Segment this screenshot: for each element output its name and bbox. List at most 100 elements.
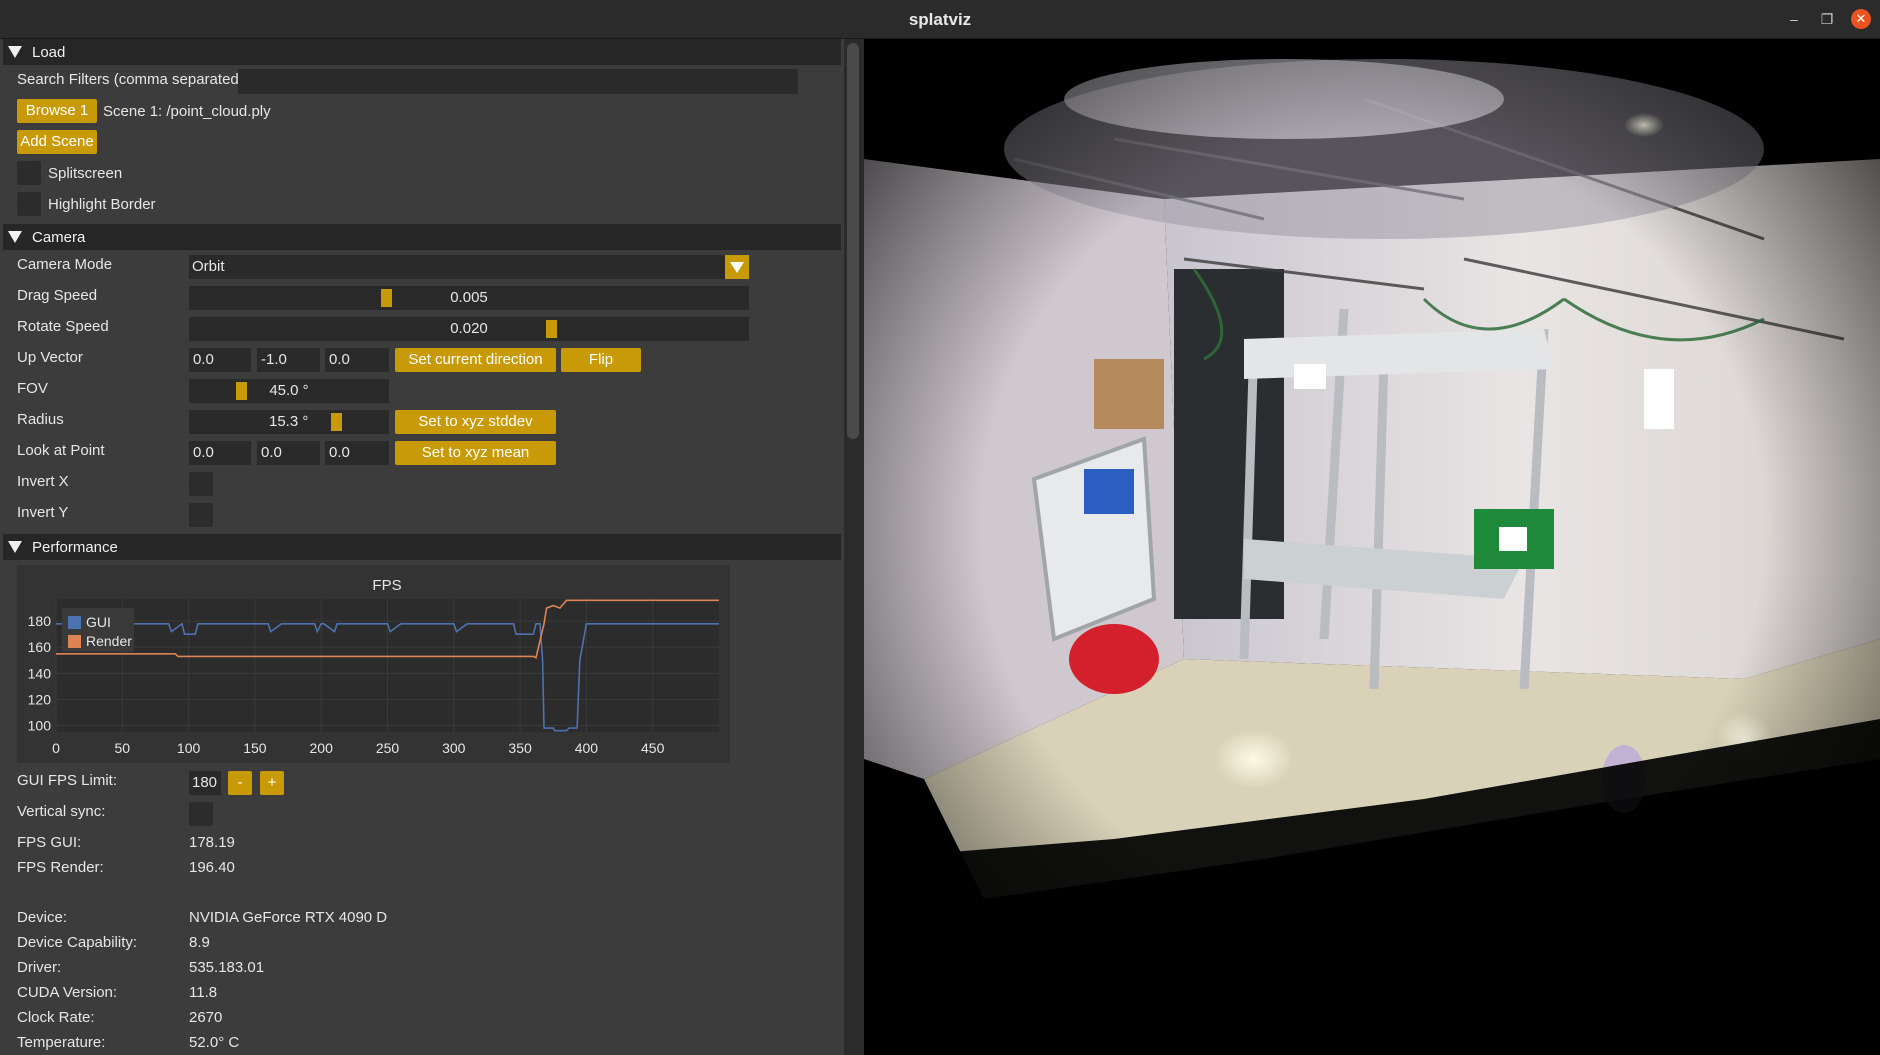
camera-mode-select[interactable]: Orbit — [189, 255, 725, 279]
drag-speed-label: Drag Speed — [17, 287, 98, 304]
look-at-z-input[interactable]: 0.0 — [325, 441, 389, 465]
fov-slider[interactable]: 45.0 ° — [189, 379, 389, 403]
fps-gui-label: FPS GUI: — [17, 834, 82, 851]
set-xyz-stddev-button[interactable]: Set to xyz stddev — [395, 410, 556, 434]
fov-label: FOV — [17, 380, 48, 397]
collapse-arrow-icon — [8, 231, 22, 243]
chart-xtick-label: 150 — [243, 740, 267, 756]
look-at-x-input[interactable]: 0.0 — [189, 441, 251, 465]
chart-ytick-label: 140 — [28, 665, 52, 681]
chart-ytick-label: 160 — [28, 639, 52, 655]
look-at-y-input[interactable]: 0.0 — [257, 441, 320, 465]
legend-swatch-render — [68, 635, 81, 648]
chart-xtick-label: 300 — [442, 740, 466, 756]
fps-limit-decrease-button[interactable]: - — [228, 771, 252, 795]
set-xyz-mean-button[interactable]: Set to xyz mean — [395, 441, 556, 465]
invert-y-checkbox[interactable] — [189, 503, 213, 527]
cuda-version-label: CUDA Version: — [17, 984, 118, 1001]
rotate-speed-label: Rotate Speed — [17, 318, 109, 335]
minimize-icon[interactable]: – — [1784, 9, 1804, 29]
chart-xtick-label: 450 — [641, 740, 665, 756]
render-viewport[interactable] — [864, 39, 1880, 1055]
load-section-header[interactable]: Load — [3, 39, 841, 65]
chart-xtick-label: 0 — [52, 740, 60, 756]
chart-xtick-label: 350 — [508, 740, 532, 756]
slider-grab-handle[interactable] — [331, 413, 342, 431]
temperature-value: 52.0° C — [189, 1034, 240, 1051]
driver-label: Driver: — [17, 959, 62, 976]
search-filters-input[interactable] — [238, 69, 798, 94]
driver-value: 535.183.01 — [189, 959, 265, 976]
fps-render-value: 196.40 — [189, 859, 235, 876]
window-title: splatviz — [908, 10, 972, 29]
search-filters-label: Search Filters (comma separated) — [17, 71, 244, 88]
invert-y-label: Invert Y — [17, 504, 69, 521]
chart-ytick-label: 120 — [28, 691, 52, 707]
rotate-speed-value: 0.020 — [450, 320, 488, 337]
vsync-label: Vertical sync: — [17, 803, 106, 820]
device-label: Device: — [17, 909, 68, 926]
splitscreen-label: Splitscreen — [48, 165, 123, 182]
close-icon[interactable]: ✕ — [1851, 9, 1871, 29]
slider-grab-handle[interactable] — [236, 382, 247, 400]
camera-section-header[interactable]: Camera — [3, 224, 841, 250]
chart-title: FPS — [372, 577, 401, 594]
chart-xtick-label: 50 — [115, 740, 131, 756]
chart-legend: GUI Render — [62, 608, 134, 652]
browse-button[interactable]: Browse 1 — [17, 99, 97, 123]
temperature-label: Temperature: — [17, 1034, 106, 1051]
title-bar: splatviz – ❐ ✕ — [0, 0, 1880, 39]
panel-scrollbar-thumb[interactable] — [847, 43, 859, 439]
add-scene-button[interactable]: Add Scene — [17, 130, 97, 154]
fps-gui-value: 178.19 — [189, 834, 235, 851]
set-current-direction-button[interactable]: Set current direction — [395, 348, 556, 372]
scene-path-text: Scene 1: /point_cloud.ply — [103, 103, 271, 120]
scene-vignette — [864, 39, 1880, 1055]
fps-render-label: FPS Render: — [17, 859, 104, 876]
gui-fps-limit-input[interactable]: 180 — [189, 771, 221, 795]
up-vector-z-input[interactable]: 0.0 — [325, 348, 389, 372]
chart-xtick-label: 400 — [575, 740, 599, 756]
highlight-border-checkbox[interactable] — [17, 192, 41, 216]
chart-xtick-label: 200 — [310, 740, 334, 756]
legend-swatch-gui — [68, 616, 81, 629]
up-vector-y-input[interactable]: -1.0 — [257, 348, 320, 372]
chart-ytick-label: 180 — [28, 613, 52, 629]
device-value: NVIDIA GeForce RTX 4090 D — [189, 909, 388, 926]
camera-header-label: Camera — [32, 229, 86, 246]
load-header-label: Load — [32, 44, 66, 61]
up-vector-x-input[interactable]: 0.0 — [189, 348, 251, 372]
invert-x-label: Invert X — [17, 473, 69, 490]
slider-grab-handle[interactable] — [381, 289, 392, 307]
chart-ytick-label: 100 — [28, 717, 52, 733]
drag-speed-slider[interactable]: 0.005 — [189, 286, 749, 310]
look-at-label: Look at Point — [17, 442, 105, 459]
control-panel: Load Search Filters (comma separated) Br… — [0, 39, 844, 1055]
flip-button[interactable]: Flip — [561, 348, 641, 372]
camera-mode-label: Camera Mode — [17, 256, 113, 273]
performance-section-header[interactable]: Performance — [3, 534, 841, 560]
radius-label: Radius — [17, 411, 64, 428]
vsync-checkbox[interactable] — [189, 802, 213, 826]
legend-label-render: Render — [86, 633, 132, 649]
device-capability-label: Device Capability: — [17, 934, 138, 951]
chevron-down-icon[interactable] — [725, 255, 749, 279]
up-vector-label: Up Vector — [17, 349, 83, 366]
splitscreen-checkbox[interactable] — [17, 161, 41, 185]
drag-speed-value: 0.005 — [450, 289, 488, 306]
radius-slider[interactable]: 15.3 ° — [189, 410, 389, 434]
slider-grab-handle[interactable] — [546, 320, 557, 338]
fps-limit-increase-button[interactable]: + — [260, 771, 284, 795]
invert-x-checkbox[interactable] — [189, 472, 213, 496]
device-capability-value: 8.9 — [189, 934, 210, 951]
performance-header-label: Performance — [32, 539, 118, 556]
clock-rate-value: 2670 — [189, 1009, 223, 1026]
fps-chart: FPS 100 120 140 160 180 0 50 100 150 200 250 300 350… — [28, 577, 719, 756]
rotate-speed-slider[interactable]: 0.020 — [189, 317, 749, 341]
cuda-version-value: 11.8 — [189, 984, 218, 1001]
collapse-arrow-icon — [8, 541, 22, 553]
chart-xtick-label: 250 — [376, 740, 400, 756]
fov-value: 45.0 ° — [269, 382, 309, 399]
collapse-arrow-icon — [8, 46, 22, 58]
maximize-icon[interactable]: ❐ — [1817, 9, 1837, 29]
